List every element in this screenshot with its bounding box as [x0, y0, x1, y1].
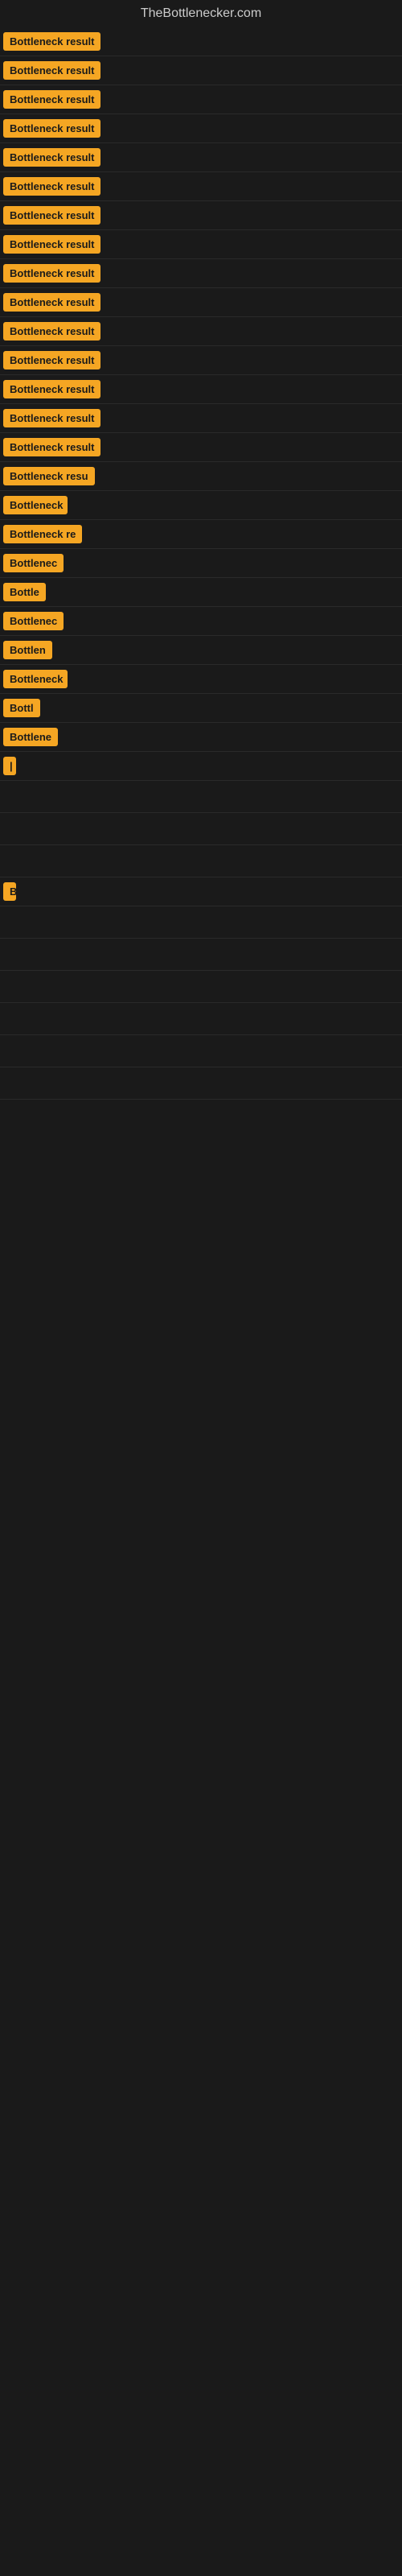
- bottleneck-badge[interactable]: Bottlen: [3, 641, 52, 659]
- result-row: Bottle: [0, 578, 402, 607]
- result-row: Bottleneck result: [0, 375, 402, 404]
- result-row: Bottlenec: [0, 607, 402, 636]
- site-title: TheBottlenecker.com: [0, 0, 402, 27]
- result-row: Bottleneck result: [0, 317, 402, 346]
- bottleneck-badge[interactable]: Bottleneck resu: [3, 467, 95, 485]
- result-row: [0, 813, 402, 845]
- bottleneck-badge[interactable]: Bottleneck result: [3, 351, 100, 369]
- bottleneck-badge[interactable]: Bottl: [3, 699, 40, 717]
- result-row: [0, 1003, 402, 1035]
- bottleneck-badge[interactable]: Bottleneck result: [3, 264, 100, 283]
- bottleneck-badge[interactable]: Bottleneck result: [3, 293, 100, 312]
- bottleneck-badge[interactable]: Bottle: [3, 583, 46, 601]
- result-row: B: [0, 877, 402, 906]
- result-row: [0, 845, 402, 877]
- result-row: [0, 906, 402, 939]
- result-row: Bottleneck result: [0, 230, 402, 259]
- result-row: Bottleneck result: [0, 56, 402, 85]
- result-row: [0, 781, 402, 813]
- result-row: Bottleneck result: [0, 27, 402, 56]
- bottleneck-badge[interactable]: Bottleneck result: [3, 61, 100, 80]
- result-row: Bottleneck result: [0, 404, 402, 433]
- result-row: Bottleneck: [0, 491, 402, 520]
- result-row: Bottleneck result: [0, 259, 402, 288]
- bottleneck-badge[interactable]: Bottleneck result: [3, 32, 100, 51]
- result-row: [0, 1035, 402, 1067]
- bottleneck-badge[interactable]: Bottlene: [3, 728, 58, 746]
- result-row: Bottlenec: [0, 549, 402, 578]
- result-row: Bottleneck: [0, 665, 402, 694]
- result-row: Bottleneck result: [0, 433, 402, 462]
- result-row: Bottleneck result: [0, 346, 402, 375]
- result-row: Bottleneck re: [0, 520, 402, 549]
- bottleneck-badge[interactable]: |: [3, 757, 16, 775]
- result-row: Bottleneck result: [0, 114, 402, 143]
- result-row: Bottlene: [0, 723, 402, 752]
- bottleneck-badge[interactable]: Bottleneck re: [3, 525, 82, 543]
- result-row: Bottl: [0, 694, 402, 723]
- result-row: |: [0, 752, 402, 781]
- result-row: [0, 939, 402, 971]
- bottleneck-badge[interactable]: Bottleneck result: [3, 409, 100, 427]
- result-row: [0, 1067, 402, 1100]
- bottleneck-badge[interactable]: Bottleneck result: [3, 380, 100, 398]
- bottleneck-badge[interactable]: Bottleneck result: [3, 235, 100, 254]
- result-row: Bottleneck resu: [0, 462, 402, 491]
- result-row: Bottleneck result: [0, 201, 402, 230]
- result-row: Bottleneck result: [0, 288, 402, 317]
- result-row: Bottleneck result: [0, 143, 402, 172]
- bottleneck-badge[interactable]: Bottleneck: [3, 496, 68, 514]
- results-container: Bottleneck result Bottleneck result Bottle…: [0, 27, 402, 1100]
- result-row: Bottlen: [0, 636, 402, 665]
- result-row: [0, 971, 402, 1003]
- result-row: Bottleneck result: [0, 172, 402, 201]
- bottleneck-badge[interactable]: Bottleneck result: [3, 148, 100, 167]
- bottleneck-badge[interactable]: Bottleneck: [3, 670, 68, 688]
- bottleneck-badge[interactable]: Bottleneck result: [3, 206, 100, 225]
- bottleneck-badge[interactable]: Bottlenec: [3, 554, 64, 572]
- bottleneck-badge[interactable]: Bottleneck result: [3, 119, 100, 138]
- result-row: Bottleneck result: [0, 85, 402, 114]
- bottleneck-badge[interactable]: B: [3, 882, 16, 901]
- bottleneck-badge[interactable]: Bottleneck result: [3, 438, 100, 456]
- bottleneck-badge[interactable]: Bottleneck result: [3, 322, 100, 341]
- bottleneck-badge[interactable]: Bottleneck result: [3, 90, 100, 109]
- bottleneck-badge[interactable]: Bottleneck result: [3, 177, 100, 196]
- bottleneck-badge[interactable]: Bottlenec: [3, 612, 64, 630]
